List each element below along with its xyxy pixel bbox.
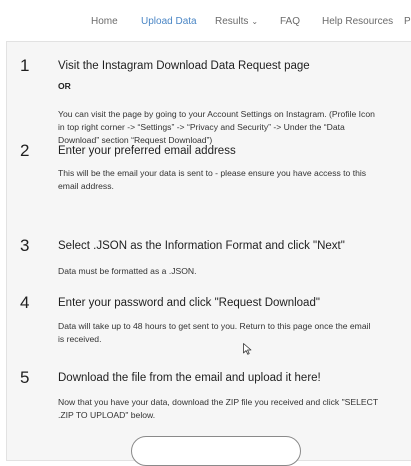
top-nav: Home Upload Data Results ⌄ FAQ Help Resou… <box>0 0 411 36</box>
step-title: Enter your preferred email address <box>58 145 236 157</box>
select-zip-upload-button[interactable] <box>131 436 301 466</box>
step-number: 4 <box>20 293 30 312</box>
or-label: OR <box>58 81 71 91</box>
step-body: This will be the email your data is sent… <box>58 168 367 191</box>
step-title: Visit the Instagram Download Data Reques… <box>58 60 310 72</box>
mouse-cursor-icon <box>243 343 252 355</box>
chevron-down-icon: ⌄ <box>251 17 259 26</box>
step-body: Now that you have your data, download th… <box>58 397 378 420</box>
nav-home[interactable]: Home <box>91 16 118 28</box>
step-number: 5 <box>20 368 30 387</box>
step-body: Data must be formatted as a .JSON. <box>58 266 197 276</box>
nav-results[interactable]: Results ⌄ <box>215 16 258 28</box>
step-number: 2 <box>20 141 30 160</box>
nav-upload-data[interactable]: Upload Data <box>141 16 197 28</box>
nav-results-label: Results <box>215 16 249 27</box>
step-number: 3 <box>20 236 30 255</box>
nav-help-resources[interactable]: Help Resources <box>322 16 393 28</box>
step-number: 1 <box>20 56 30 75</box>
step-title: Download the file from the email and upl… <box>58 372 321 384</box>
nav-item-truncated[interactable]: P <box>404 16 411 28</box>
step-body: Data will take up to 48 hours to get sen… <box>58 321 371 344</box>
step-title: Select .JSON as the Information Format a… <box>58 240 345 252</box>
step-title: Enter your password and click "Request D… <box>58 297 320 309</box>
step-body: You can visit the page by going to your … <box>58 109 375 145</box>
nav-faq[interactable]: FAQ <box>280 16 300 28</box>
